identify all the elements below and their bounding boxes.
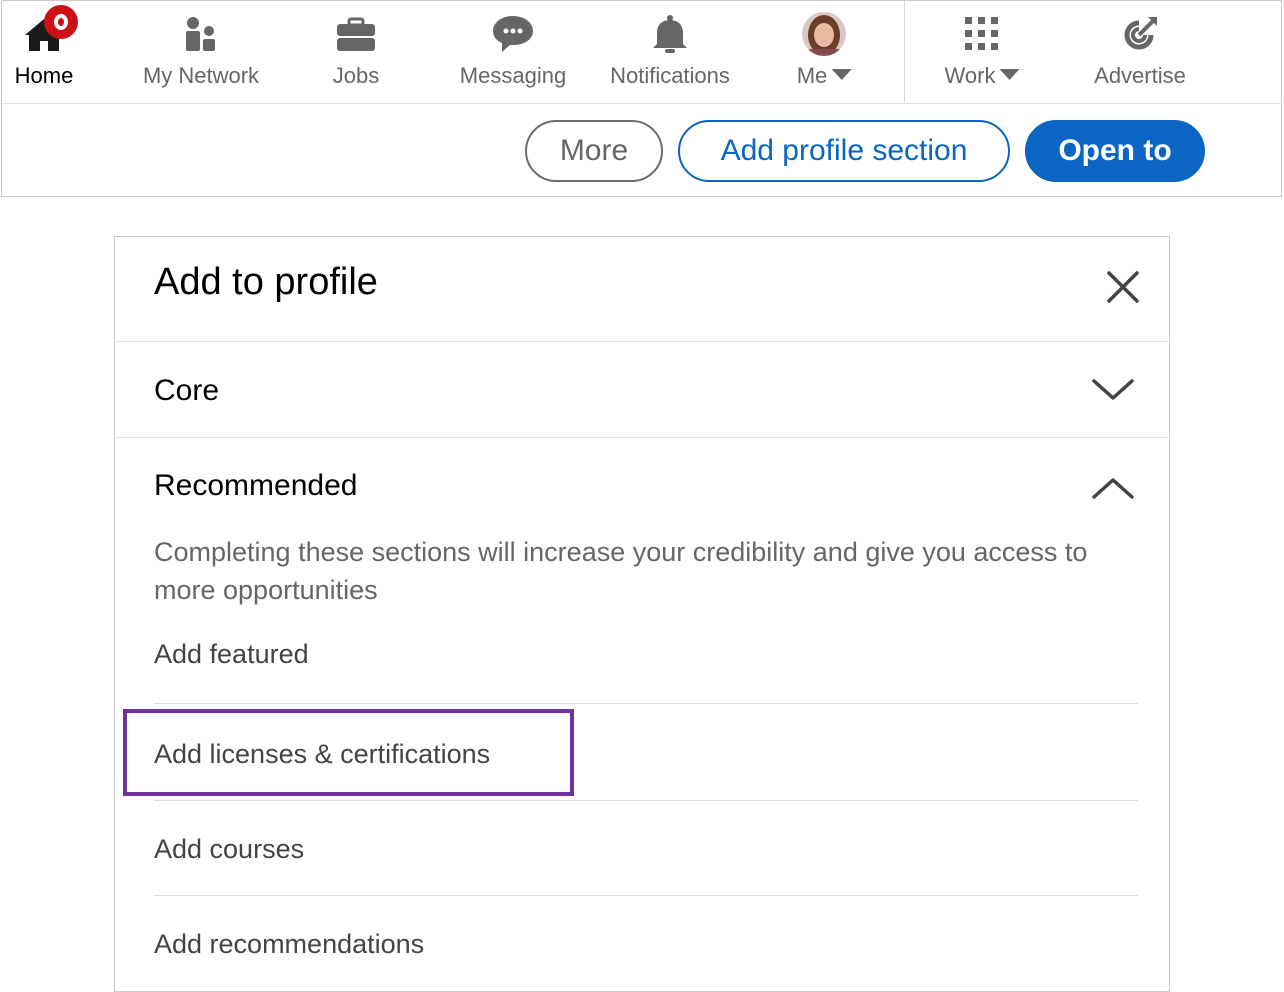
- chevron-down-icon[interactable]: [1091, 377, 1135, 403]
- recommended-section-label[interactable]: Recommended: [154, 469, 357, 503]
- nav-home[interactable]: Home: [2, 1, 86, 102]
- nav-me[interactable]: Me: [784, 1, 864, 102]
- briefcase-icon: [337, 17, 375, 51]
- modal-header: Add to profile: [115, 237, 1169, 342]
- nav-messaging-label: Messaging: [459, 63, 567, 88]
- nav-advertise-label: Advertise: [1094, 63, 1186, 88]
- add-to-profile-modal: Add to profile Core Recommended Completi…: [114, 236, 1170, 992]
- global-nav: Home My Network Jobs Messaging Notificat…: [2, 1, 1281, 104]
- more-button[interactable]: More: [525, 120, 663, 182]
- recommended-description: Completing these sections will increase …: [154, 537, 1088, 605]
- caret-down-icon: [999, 69, 1020, 80]
- modal-title: Add to profile: [154, 261, 378, 303]
- avatar: [802, 12, 846, 56]
- close-icon[interactable]: [1103, 267, 1143, 307]
- grid-icon: [965, 17, 998, 50]
- highlight-box: [123, 709, 574, 796]
- nav-me-label: Me: [797, 63, 852, 89]
- open-to-button[interactable]: Open to: [1025, 120, 1205, 182]
- caret-down-icon: [831, 69, 852, 80]
- nav-jobs[interactable]: Jobs: [312, 1, 400, 102]
- add-featured-label: Add featured: [154, 639, 309, 669]
- add-courses-item[interactable]: Add courses: [154, 834, 1138, 896]
- network-icon: [186, 17, 215, 51]
- chevron-up-icon[interactable]: [1091, 475, 1135, 501]
- core-section-toggle[interactable]: Core: [115, 341, 1169, 438]
- nav-home-label: Home: [14, 63, 74, 88]
- top-panel: Home My Network Jobs Messaging Notificat…: [1, 0, 1282, 197]
- nav-notifications[interactable]: Notifications: [600, 1, 740, 102]
- nav-jobs-label: Jobs: [332, 63, 380, 88]
- add-recommendations-item[interactable]: Add recommendations: [154, 929, 1138, 991]
- nav-my-network-label: My Network: [142, 63, 260, 88]
- bell-icon: [653, 15, 687, 53]
- nav-my-network[interactable]: My Network: [130, 1, 272, 102]
- add-courses-label: Add courses: [154, 834, 305, 864]
- nav-work[interactable]: Work: [932, 1, 1032, 102]
- nav-divider: [904, 1, 905, 102]
- nav-advertise[interactable]: Advertise: [1084, 1, 1196, 102]
- nav-work-label: Work: [945, 63, 1020, 89]
- chat-icon: [493, 16, 533, 52]
- core-section-label: Core: [154, 374, 220, 407]
- add-recommendations-label: Add recommendations: [154, 929, 425, 959]
- nav-messaging[interactable]: Messaging: [454, 1, 572, 102]
- add-featured-item[interactable]: Add featured: [154, 639, 1138, 704]
- notification-badge: [44, 5, 78, 39]
- nav-notifications-label: Notifications: [610, 63, 730, 88]
- advertise-icon: [1124, 17, 1157, 50]
- add-profile-section-button[interactable]: Add profile section: [678, 120, 1010, 182]
